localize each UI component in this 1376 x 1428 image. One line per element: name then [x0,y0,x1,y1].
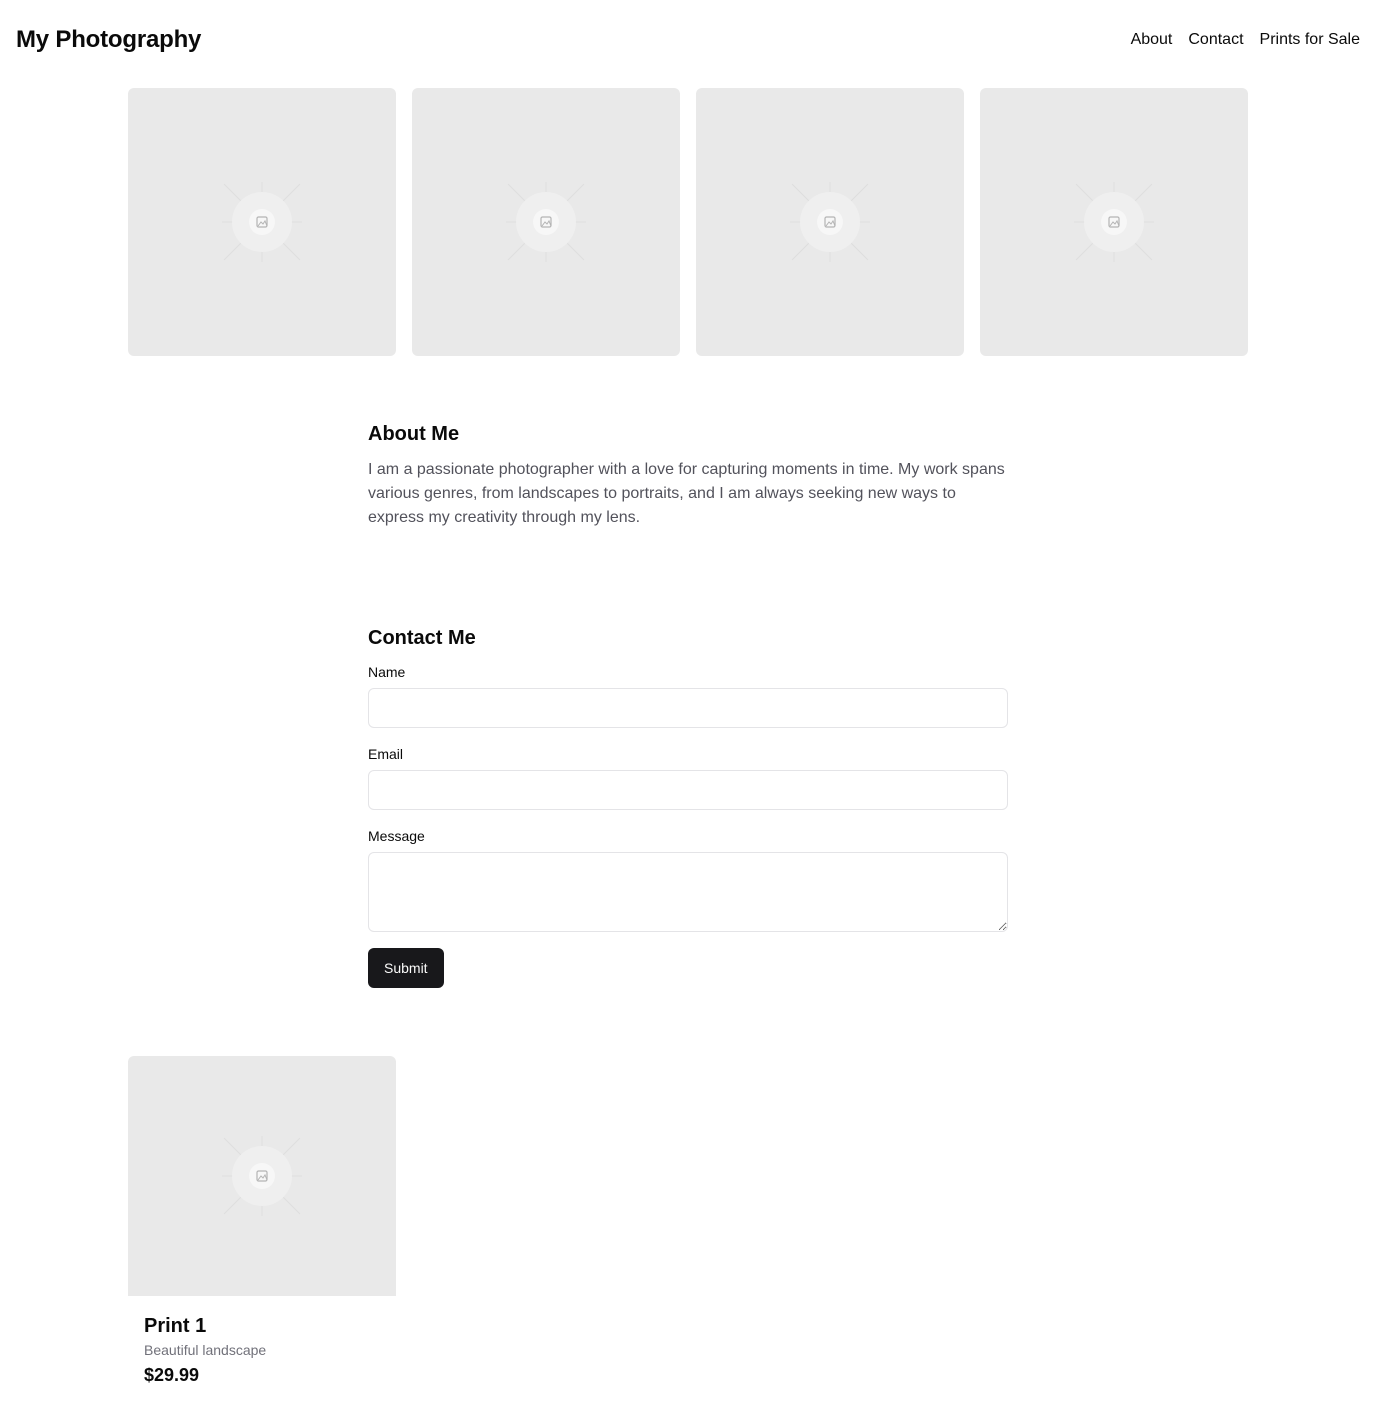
email-field-group: Email [368,744,1008,810]
about-title: About Me [368,423,460,445]
name-input[interactable] [368,688,1008,728]
image-placeholder-icon [222,1136,302,1216]
print-card[interactable]: Print 1 Beautiful landscape $29.99 [128,1056,396,1388]
name-field-group: Name [368,662,1008,728]
print-title: Print 1 [144,1315,207,1337]
image-placeholder-icon [790,182,870,262]
photo-gallery [128,88,1248,356]
print-body: Print 1 Beautiful landscape $29.99 [128,1296,396,1388]
email-input[interactable] [368,770,1008,810]
about-text: I am a passionate photographer with a lo… [368,461,1005,526]
submit-button[interactable]: Submit [368,948,444,988]
nav-link-about[interactable]: About [1131,28,1173,52]
message-field-group: Message [368,826,1008,932]
gallery-image-4[interactable] [980,88,1248,356]
nav-link-prints-for-sale[interactable]: Prints for Sale [1260,28,1360,52]
contact-title: Contact Me [368,627,476,649]
gallery-image-2[interactable] [412,88,680,356]
site-header: My Photography About Contact Prints for … [0,0,1376,80]
prints-section: Print 1 Beautiful landscape $29.99 [128,1056,1248,1388]
message-textarea[interactable] [368,852,1008,932]
gallery-image-1[interactable] [128,88,396,356]
print-price: $29.99 [144,1365,200,1385]
email-label: Email [368,746,404,762]
site-title: My Photography [16,26,202,53]
print-description: Beautiful landscape [144,1342,267,1358]
about-section: About Me I am a passionate photographer … [368,420,1008,530]
print-image[interactable] [128,1056,396,1296]
main-nav: About Contact Prints for Sale [1131,28,1360,52]
contact-form: Name Email Message Submit [368,662,1008,988]
message-label: Message [368,828,425,844]
image-placeholder-icon [506,182,586,262]
image-placeholder-icon [222,182,302,262]
image-placeholder-icon [1074,182,1154,262]
contact-section: Contact Me Name Email Message Submit [368,624,1008,988]
gallery-image-3[interactable] [696,88,964,356]
name-label: Name [368,664,406,680]
nav-link-contact[interactable]: Contact [1188,28,1243,52]
